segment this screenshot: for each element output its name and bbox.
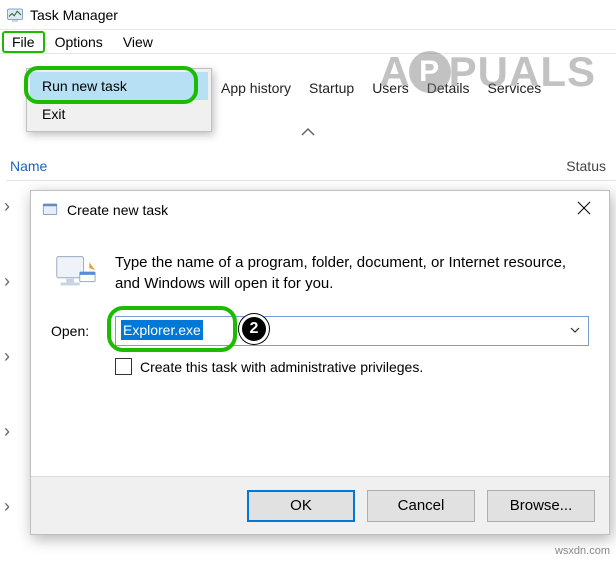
dialog-icon [41,201,59,219]
task-manager-icon [6,6,24,24]
cancel-button[interactable]: Cancel [367,490,475,522]
chevron-right-icon[interactable]: › [4,421,10,442]
menu-item-run-new-task[interactable]: Run new task [30,72,208,100]
dialog-close-button[interactable] [569,197,599,222]
admin-checkbox[interactable] [115,358,132,375]
tab-services[interactable]: Services [479,76,551,100]
dialog-footer: OK Cancel Browse... [31,476,609,534]
chevron-right-icon[interactable]: › [4,196,10,217]
column-headers: Name Status [6,158,616,181]
menu-view[interactable]: View [113,31,163,53]
open-label: Open: [51,323,101,339]
dialog-title: Create new task [67,202,168,218]
tab-users[interactable]: Users [363,76,418,100]
column-status[interactable]: Status [566,158,606,174]
tab-details[interactable]: Details [418,76,479,100]
file-menu-dropdown: Run new task Exit [26,68,212,132]
create-new-task-dialog: Create new task Type the name of a progr… [30,190,610,535]
chevron-up-icon[interactable] [300,124,316,144]
menu-item-exit[interactable]: Exit [30,100,208,128]
tab-app-history[interactable]: App history [212,76,300,100]
column-name[interactable]: Name [10,158,47,174]
chevron-right-icon[interactable]: › [4,346,10,367]
dialog-body: Type the name of a program, folder, docu… [31,228,609,385]
ok-button[interactable]: OK [247,490,355,522]
attribution: wsxdn.com [555,545,610,557]
titlebar: Task Manager [0,0,616,30]
admin-checkbox-label: Create this task with administrative pri… [140,359,423,375]
tab-strip: App history Startup Users Details Servic… [212,76,612,100]
browse-button[interactable]: Browse... [487,490,595,522]
tab-startup[interactable]: Startup [300,76,363,100]
chevron-right-icon[interactable]: › [4,496,10,517]
row-expanders: › › › › › [4,196,10,517]
open-value-selection: Explorer.exe [121,320,203,340]
dialog-message: Type the name of a program, folder, docu… [115,252,589,294]
menu-bar: File Options View [0,30,616,54]
menu-options[interactable]: Options [45,31,113,53]
run-dialog-icon [51,252,97,292]
close-icon [577,201,591,215]
window-title: Task Manager [30,7,118,23]
menu-file[interactable]: File [2,31,45,53]
annotation-badge-2: 2 [239,314,269,344]
chevron-right-icon[interactable]: › [4,271,10,292]
dialog-titlebar: Create new task [31,191,609,228]
